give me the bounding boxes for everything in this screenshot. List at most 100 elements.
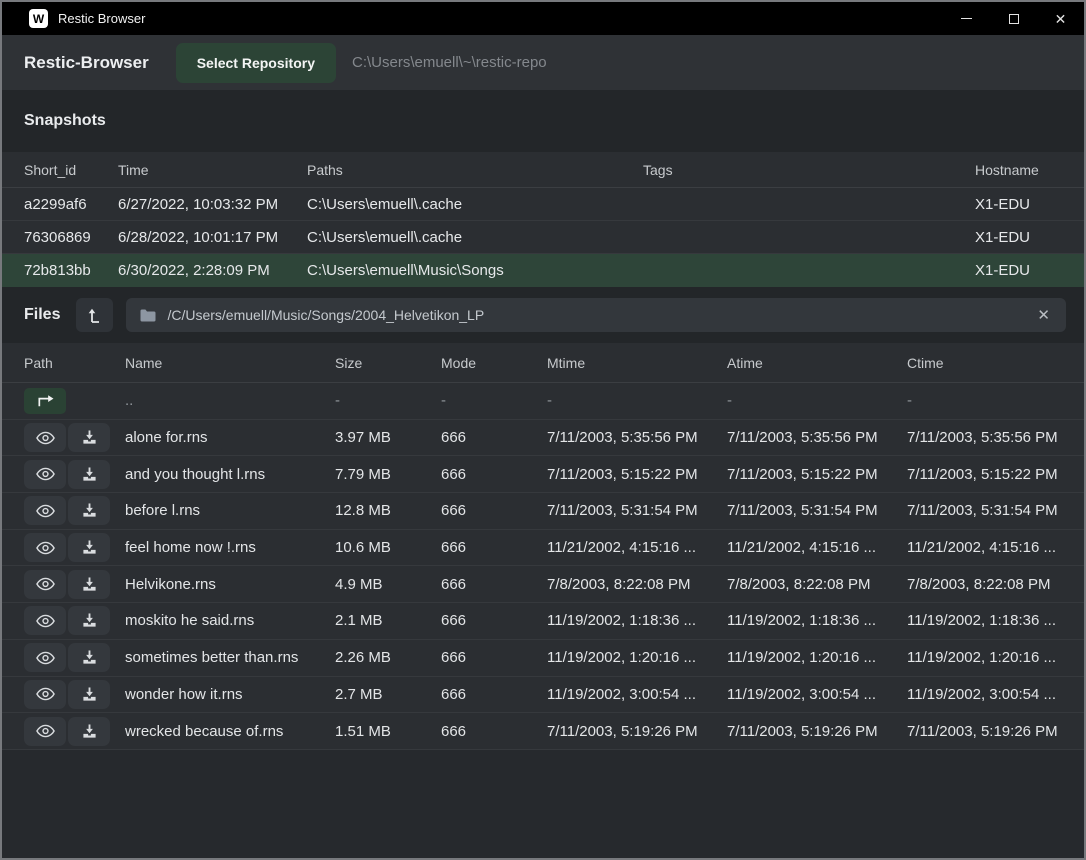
file-name: moskito he said.rns xyxy=(125,612,335,629)
file-ctime: 11/19/2002, 1:18:36 ... xyxy=(907,612,1066,629)
snapshot-time: 6/27/2022, 10:03:32 PM xyxy=(118,196,307,213)
snapshot-row[interactable]: 72b813bb6/30/2022, 2:28:09 PMC:\Users\em… xyxy=(2,254,1084,287)
file-name: wrecked because of.rns xyxy=(125,723,335,740)
file-name: feel home now !.rns xyxy=(125,539,335,556)
file-mtime: 7/8/2003, 8:22:08 PM xyxy=(547,576,727,593)
files-column-header: Name xyxy=(125,355,335,371)
file-size: 3.97 MB xyxy=(335,429,441,446)
arrow-up-level-icon xyxy=(88,308,101,323)
snapshot-short-id: a2299af6 xyxy=(24,196,118,213)
eye-icon xyxy=(36,431,55,445)
file-mode: 666 xyxy=(441,502,547,519)
file-row: Helvikone.rns4.9 MB6667/8/2003, 8:22:08 … xyxy=(2,566,1084,603)
file-atime: 7/11/2003, 5:31:54 PM xyxy=(727,502,907,519)
download-file-button[interactable] xyxy=(68,680,110,709)
repository-path: C:\Users\emuell\~\restic-repo xyxy=(352,54,547,71)
snapshot-row[interactable]: 763068696/28/2022, 10:01:17 PMC:\Users\e… xyxy=(2,221,1084,254)
file-row: wonder how it.rns2.7 MB66611/19/2002, 3:… xyxy=(2,677,1084,714)
snapshot-paths: C:\Users\emuell\.cache xyxy=(307,229,643,246)
preview-file-button[interactable] xyxy=(24,460,66,489)
snapshots-column-header: Hostname xyxy=(975,162,1064,178)
file-mode: 666 xyxy=(441,429,547,446)
snapshots-column-header: Paths xyxy=(307,162,643,178)
file-atime: 11/19/2002, 3:00:54 ... xyxy=(727,686,907,703)
file-mtime: - xyxy=(547,392,727,409)
snapshot-row[interactable]: a2299af66/27/2022, 10:03:32 PMC:\Users\e… xyxy=(2,188,1084,221)
preview-file-button[interactable] xyxy=(24,717,66,746)
file-actions xyxy=(24,423,125,452)
snapshot-paths: C:\Users\emuell\Music\Songs xyxy=(307,262,643,279)
file-actions xyxy=(24,643,125,672)
maximize-icon xyxy=(1009,14,1019,24)
file-size: 12.8 MB xyxy=(335,502,441,519)
app-logo-icon: W xyxy=(29,9,48,28)
files-column-header: Atime xyxy=(727,355,907,371)
close-button[interactable]: ✕ xyxy=(1037,2,1084,35)
download-icon xyxy=(82,687,97,702)
file-mtime: 7/11/2003, 5:31:54 PM xyxy=(547,502,727,519)
file-name: sometimes better than.rns xyxy=(125,649,335,666)
file-mtime: 11/19/2002, 1:18:36 ... xyxy=(547,612,727,629)
file-ctime: - xyxy=(907,392,1066,409)
current-path-field[interactable]: /C/Users/emuell/Music/Songs/2004_Helveti… xyxy=(126,298,1066,332)
select-repository-button[interactable]: Select Repository xyxy=(176,43,336,83)
download-file-button[interactable] xyxy=(68,423,110,452)
preview-file-button[interactable] xyxy=(24,423,66,452)
file-mtime: 7/11/2003, 5:19:26 PM xyxy=(547,723,727,740)
file-ctime: 7/11/2003, 5:31:54 PM xyxy=(907,502,1066,519)
download-icon xyxy=(82,613,97,628)
file-ctime: 7/11/2003, 5:35:56 PM xyxy=(907,429,1066,446)
file-mode: 666 xyxy=(441,612,547,629)
file-ctime: 11/19/2002, 1:20:16 ... xyxy=(907,649,1066,666)
files-column-header: Path xyxy=(24,355,125,371)
file-name: .. xyxy=(125,392,335,409)
window-title: Restic Browser xyxy=(58,11,145,26)
preview-file-button[interactable] xyxy=(24,606,66,635)
snapshot-time: 6/30/2022, 2:28:09 PM xyxy=(118,262,307,279)
preview-file-button[interactable] xyxy=(24,570,66,599)
parent-directory-button[interactable] xyxy=(76,298,113,332)
download-file-button[interactable] xyxy=(68,606,110,635)
eye-icon xyxy=(36,541,55,555)
file-mtime: 7/11/2003, 5:35:56 PM xyxy=(547,429,727,446)
file-mtime: 11/21/2002, 4:15:16 ... xyxy=(547,539,727,556)
preview-file-button[interactable] xyxy=(24,643,66,672)
file-mode: 666 xyxy=(441,649,547,666)
file-size: 7.79 MB xyxy=(335,466,441,483)
file-name: before l.rns xyxy=(125,502,335,519)
download-file-button[interactable] xyxy=(68,643,110,672)
snapshots-section-header: Snapshots xyxy=(2,90,1084,152)
file-row: feel home now !.rns10.6 MB66611/21/2002,… xyxy=(2,530,1084,567)
download-file-button[interactable] xyxy=(68,533,110,562)
download-file-button[interactable] xyxy=(68,460,110,489)
download-file-button[interactable] xyxy=(68,570,110,599)
preview-file-button[interactable] xyxy=(24,533,66,562)
minimize-button[interactable] xyxy=(943,2,990,35)
file-size: 2.26 MB xyxy=(335,649,441,666)
download-icon xyxy=(82,577,97,592)
file-mtime: 7/11/2003, 5:15:22 PM xyxy=(547,466,727,483)
download-icon xyxy=(82,467,97,482)
maximize-button[interactable] xyxy=(990,2,1037,35)
file-size: 4.9 MB xyxy=(335,576,441,593)
current-path-text: /C/Users/emuell/Music/Songs/2004_Helveti… xyxy=(167,307,1024,323)
file-atime: 11/21/2002, 4:15:16 ... xyxy=(727,539,907,556)
snapshot-hostname: X1-EDU xyxy=(975,262,1064,279)
file-ctime: 11/19/2002, 3:00:54 ... xyxy=(907,686,1066,703)
file-row: and you thought l.rns7.79 MB6667/11/2003… xyxy=(2,456,1084,493)
go-to-parent-button[interactable] xyxy=(24,388,66,414)
file-atime: 7/11/2003, 5:15:22 PM xyxy=(727,466,907,483)
download-file-button[interactable] xyxy=(68,717,110,746)
files-table: PathNameSizeModeMtimeAtimeCtime ..-----a… xyxy=(2,343,1084,750)
preview-file-button[interactable] xyxy=(24,496,66,525)
preview-file-button[interactable] xyxy=(24,680,66,709)
file-actions xyxy=(24,388,125,414)
file-mtime: 11/19/2002, 1:20:16 ... xyxy=(547,649,727,666)
snapshots-heading: Snapshots xyxy=(24,112,106,130)
download-file-button[interactable] xyxy=(68,496,110,525)
eye-icon xyxy=(36,577,55,591)
clear-path-button[interactable]: ✕ xyxy=(1035,308,1052,323)
file-actions xyxy=(24,460,125,489)
files-heading: Files xyxy=(24,306,60,324)
file-mode: - xyxy=(441,392,547,409)
